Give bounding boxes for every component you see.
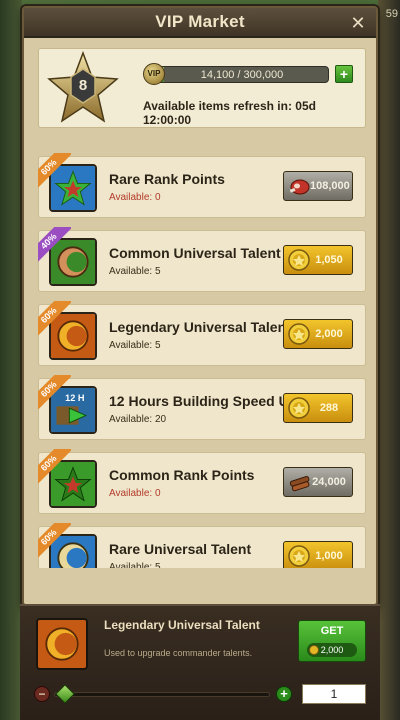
gold-coin-icon: [309, 645, 319, 655]
item-availability: Available: 0: [109, 488, 161, 499]
market-item-row[interactable]: 12 H 60% 12 Hours Building Speed Up Availab…: [38, 375, 366, 440]
item-list[interactable]: 60% Rare Rank Points Available: 0 108,000 40…: [38, 148, 366, 568]
speedup-12h-icon: 12 H: [49, 386, 97, 434]
item-name: Common Rank Points: [109, 467, 255, 483]
item-name: Legendary Universal Talent: [109, 319, 291, 335]
rank-star-blue-icon: [49, 164, 97, 212]
buy-item-button[interactable]: 1,050: [283, 245, 353, 275]
background-left-edge: [0, 0, 22, 720]
item-availability: Available: 5: [109, 562, 161, 568]
quantity-slider[interactable]: − +: [34, 684, 294, 704]
svg-text:12 H: 12 H: [65, 393, 84, 403]
gold-coin-icon: [288, 545, 310, 567]
background-corner-number: 59: [385, 8, 398, 20]
selected-item-description: Used to upgrade commander talents.: [104, 648, 253, 658]
vip-level-number: 8: [78, 77, 88, 94]
item-price: 24,000: [312, 476, 346, 488]
background-right-edge: [378, 0, 400, 720]
slider-track[interactable]: [54, 692, 270, 697]
vip-market-panel: VIP Market ✕ 8 14,100 / 300,000 VIP + Av…: [22, 6, 378, 606]
increase-quantity-button[interactable]: +: [276, 686, 292, 702]
purchase-panel: Legendary Universal Talent Used to upgra…: [20, 604, 380, 720]
buy-item-button[interactable]: 2,000: [283, 319, 353, 349]
vip-progress-bar: 14,100 / 300,000: [155, 66, 329, 83]
slider-thumb[interactable]: [55, 684, 75, 704]
refresh-timer: Available items refresh in: 05d 12:00:00: [143, 99, 316, 127]
buy-item-button[interactable]: 1,000: [283, 541, 353, 568]
market-item-row[interactable]: 40% Common Universal Talent Available: 5 1,…: [38, 227, 366, 292]
buy-item-button[interactable]: 24,000: [283, 467, 353, 497]
decrease-quantity-button[interactable]: −: [34, 686, 50, 702]
market-item-row[interactable]: 60% Rare Universal Talent Available: 5 1,00…: [38, 523, 366, 568]
selected-item-title: Legendary Universal Talent: [104, 618, 260, 632]
vip-header: 8 14,100 / 300,000 VIP + Available items…: [38, 48, 366, 128]
item-price: 1,000: [315, 550, 343, 562]
item-price: 1,050: [315, 254, 343, 266]
talent-blue-icon: [49, 534, 97, 568]
market-item-row[interactable]: 60% Rare Rank Points Available: 0 108,000: [38, 153, 366, 218]
vip-badge-icon: VIP: [143, 63, 165, 85]
title-bar: VIP Market ✕: [24, 8, 376, 38]
buy-item-button[interactable]: 108,000: [283, 171, 353, 201]
get-button-label: GET: [320, 625, 344, 637]
item-name: Rare Universal Talent: [109, 541, 252, 557]
get-button[interactable]: GET 2,000: [298, 620, 366, 662]
item-name: Rare Rank Points: [109, 171, 225, 187]
add-vip-points-button[interactable]: +: [335, 65, 353, 83]
talent-copper-icon: [49, 238, 97, 286]
item-price: 288: [319, 402, 339, 414]
item-name: 12 Hours Building Speed Up: [109, 393, 298, 409]
wood-icon: [288, 471, 310, 493]
market-item-row[interactable]: 60% Common Rank Points Available: 0 24,000: [38, 449, 366, 514]
gold-coin-icon: [288, 249, 310, 271]
meat-icon: [288, 175, 310, 197]
rank-star-green-icon: [49, 460, 97, 508]
talent-orange-icon: [49, 312, 97, 360]
window-title: VIP Market: [155, 12, 245, 31]
item-availability: Available: 5: [109, 340, 161, 351]
item-availability: Available: 0: [109, 192, 161, 203]
item-price: 108,000: [310, 180, 350, 192]
close-button[interactable]: ✕: [348, 13, 368, 33]
item-price: 2,000: [315, 328, 343, 340]
item-name: Common Universal Talent: [109, 245, 281, 261]
vip-progress-text: 14,100 / 300,000: [200, 69, 284, 81]
item-availability: Available: 5: [109, 266, 161, 277]
buy-item-button[interactable]: 288: [283, 393, 353, 423]
item-availability: Available: 20: [109, 414, 167, 425]
gold-coin-icon: [288, 323, 310, 345]
quantity-input[interactable]: 1: [302, 684, 366, 704]
selected-item-talent-orange-icon: [36, 618, 88, 670]
gold-coin-icon: [288, 397, 310, 419]
market-item-row[interactable]: 60% Legendary Universal Talent Available: …: [38, 301, 366, 366]
